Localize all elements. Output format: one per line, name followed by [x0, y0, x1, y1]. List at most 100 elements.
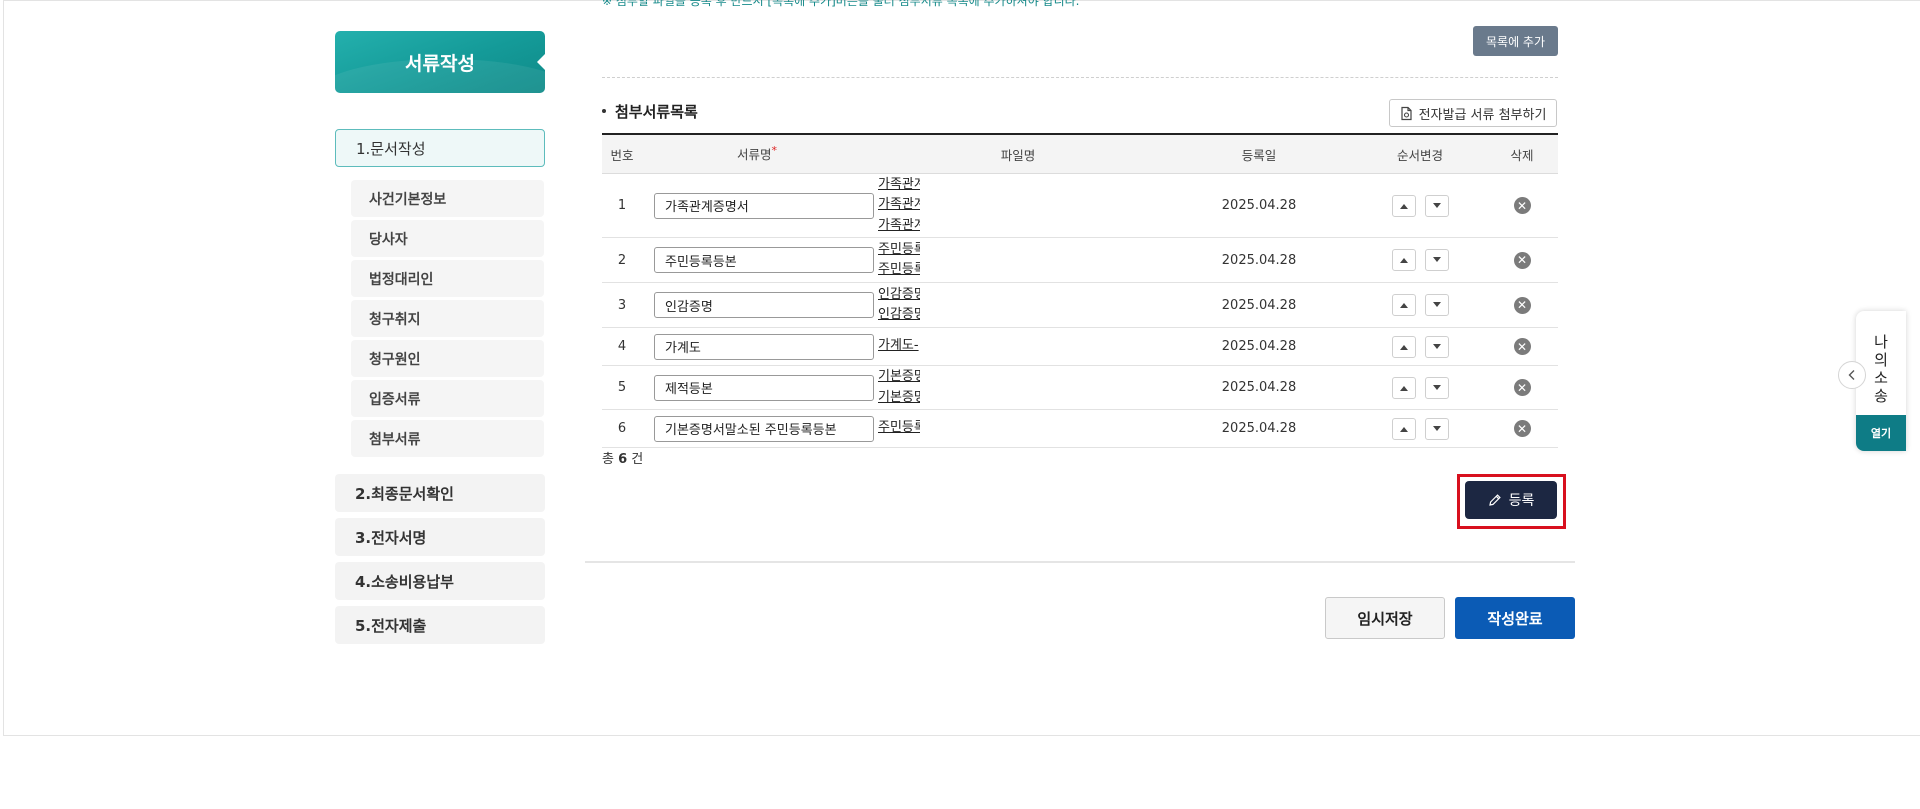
- row-number: 2: [602, 237, 642, 283]
- doc-name-input[interactable]: 주민등록등본: [654, 247, 874, 273]
- order-buttons: [1354, 194, 1486, 217]
- table-row: 1 가족관계증명서 가족관계 가족관계 가족관계 2025.04.28 ✕: [602, 173, 1558, 238]
- e-attach-button[interactable]: 전자발급 서류 첨부하기: [1389, 99, 1557, 127]
- notice-text: ※ 첨부할 파일을 등록 후 반드시 [목록에 추가]버튼을 눌러 첨부서류 목…: [602, 0, 1080, 8]
- delete-icon[interactable]: ✕: [1513, 379, 1531, 396]
- move-down-button[interactable]: [1424, 294, 1449, 316]
- row-number: 1: [602, 173, 642, 238]
- order-cell: [1354, 409, 1486, 448]
- move-down-button[interactable]: [1424, 417, 1449, 440]
- doc-name-input[interactable]: 인감증명: [654, 292, 874, 318]
- order-cell: [1354, 282, 1486, 328]
- order-cell: [1354, 237, 1486, 283]
- table-header-row: 번호 서류명* 파일명 등록일 순서변경 삭제: [602, 133, 1558, 174]
- section-title-text: 첨부서류목록: [615, 103, 698, 121]
- file-link[interactable]: 가족관계: [878, 175, 920, 196]
- file-link[interactable]: 주민등록: [878, 240, 920, 261]
- delete-cell: ✕: [1486, 173, 1558, 238]
- sub-item-legal-rep[interactable]: 법정대리인: [351, 260, 544, 297]
- add-to-list-button[interactable]: 목록에 추가: [1473, 26, 1558, 56]
- move-down-button[interactable]: [1424, 194, 1449, 217]
- triangle-down-icon: [1432, 384, 1441, 390]
- triangle-up-icon: [1399, 426, 1408, 432]
- open-panel-button[interactable]: 열기: [1856, 415, 1906, 451]
- doc-name-input[interactable]: 가계도: [654, 333, 874, 360]
- register-label: 등록: [1508, 493, 1535, 509]
- bullet-icon: [602, 108, 606, 113]
- delete-cell: ✕: [1486, 282, 1558, 328]
- file-link[interactable]: 주민등록: [878, 418, 920, 439]
- doc-name-cell: 인감증명: [642, 282, 874, 328]
- date-cell: 2025.04.28: [1164, 365, 1354, 410]
- doc-name-input[interactable]: 가족관계증명서: [654, 192, 874, 219]
- move-down-button[interactable]: [1424, 376, 1449, 399]
- move-down-button[interactable]: [1424, 249, 1449, 271]
- move-up-button[interactable]: [1391, 294, 1416, 316]
- title-char: 송: [1874, 387, 1888, 405]
- date-cell: 2025.04.28: [1164, 282, 1354, 328]
- delete-cell: ✕: [1486, 365, 1558, 410]
- title-char: 나: [1874, 333, 1888, 351]
- step-e-signature[interactable]: 3.전자서명: [335, 518, 545, 556]
- delete-icon[interactable]: ✕: [1513, 296, 1531, 314]
- sub-item-evidence[interactable]: 입증서류: [351, 380, 544, 417]
- sub-item-claim-purpose[interactable]: 청구취지: [351, 300, 544, 337]
- file-name-cell: 주민등록: [872, 409, 1164, 448]
- sub-item-case-info[interactable]: 사건기본정보: [351, 180, 544, 217]
- file-link[interactable]: 기본증명: [878, 367, 920, 388]
- order-buttons: [1354, 294, 1486, 316]
- nav-header-title: 서류작성: [405, 52, 475, 75]
- file-link[interactable]: 가족관계: [878, 195, 920, 216]
- header-notch: [537, 53, 545, 71]
- delete-icon[interactable]: ✕: [1513, 197, 1531, 214]
- col-header-doc-name: 서류명*: [642, 133, 872, 174]
- doc-name-cell: 가족관계증명서: [642, 173, 874, 238]
- step-e-submit[interactable]: 5.전자제출: [335, 606, 545, 644]
- doc-name-input[interactable]: 기본증명서말소된 주민등록등본: [654, 415, 874, 442]
- file-link[interactable]: 기본증명: [878, 388, 920, 409]
- order-cell: [1354, 173, 1486, 238]
- total-count: 총 6 건: [602, 448, 643, 467]
- required-mark: *: [771, 144, 778, 158]
- dashed-divider: [602, 77, 1558, 78]
- file-link[interactable]: 주민등록: [878, 260, 920, 281]
- delete-icon[interactable]: ✕: [1513, 251, 1531, 269]
- move-up-button[interactable]: [1391, 194, 1416, 217]
- doc-name-header-label: 서류명: [736, 147, 772, 163]
- sub-item-claim-cause[interactable]: 청구원인: [351, 340, 544, 377]
- triangle-up-icon: [1399, 303, 1408, 308]
- nav-header: 서류작성: [335, 31, 545, 93]
- move-down-button[interactable]: [1424, 335, 1449, 358]
- order-buttons: [1354, 249, 1486, 271]
- sub-item-party[interactable]: 당사자: [351, 220, 544, 257]
- delete-icon[interactable]: ✕: [1513, 420, 1531, 437]
- order-cell: [1354, 365, 1486, 410]
- step-final-check[interactable]: 2.최종문서확인: [335, 474, 545, 512]
- panel-toggle-arrow[interactable]: [1838, 361, 1866, 389]
- total-suffix: 건: [631, 452, 644, 467]
- chevron-left-icon: [1848, 370, 1855, 380]
- complete-button[interactable]: 작성완료: [1455, 597, 1575, 639]
- move-up-button[interactable]: [1391, 335, 1416, 358]
- move-up-button[interactable]: [1391, 249, 1416, 271]
- order-buttons: [1354, 335, 1486, 358]
- order-buttons: [1354, 376, 1486, 399]
- col-header-no: 번호: [602, 133, 642, 174]
- file-link[interactable]: 인감증명: [878, 305, 920, 326]
- step-document-writing[interactable]: 1.문서작성: [335, 129, 545, 167]
- date-cell: 2025.04.28: [1164, 409, 1354, 448]
- delete-icon[interactable]: ✕: [1513, 338, 1531, 355]
- register-button[interactable]: 등록: [1465, 481, 1557, 519]
- move-up-button[interactable]: [1391, 417, 1416, 440]
- attachment-table: 번호 서류명* 파일명 등록일 순서변경 삭제 1 가족관계증명서 가족관계 가족관계…: [602, 133, 1558, 448]
- file-link[interactable]: 인감증명: [878, 285, 920, 306]
- file-link[interactable]: 가족관계: [878, 216, 920, 237]
- temp-save-button[interactable]: 임시저장: [1325, 597, 1445, 639]
- row-number: 5: [602, 365, 642, 410]
- triangle-down-icon: [1432, 425, 1441, 431]
- doc-name-input[interactable]: 제적등본: [654, 374, 874, 401]
- step-fee-payment[interactable]: 4.소송비용납부: [335, 562, 545, 600]
- sub-item-attachments[interactable]: 첨부서류: [351, 420, 544, 457]
- file-link[interactable]: 가계도-: [878, 336, 920, 357]
- move-up-button[interactable]: [1391, 376, 1416, 399]
